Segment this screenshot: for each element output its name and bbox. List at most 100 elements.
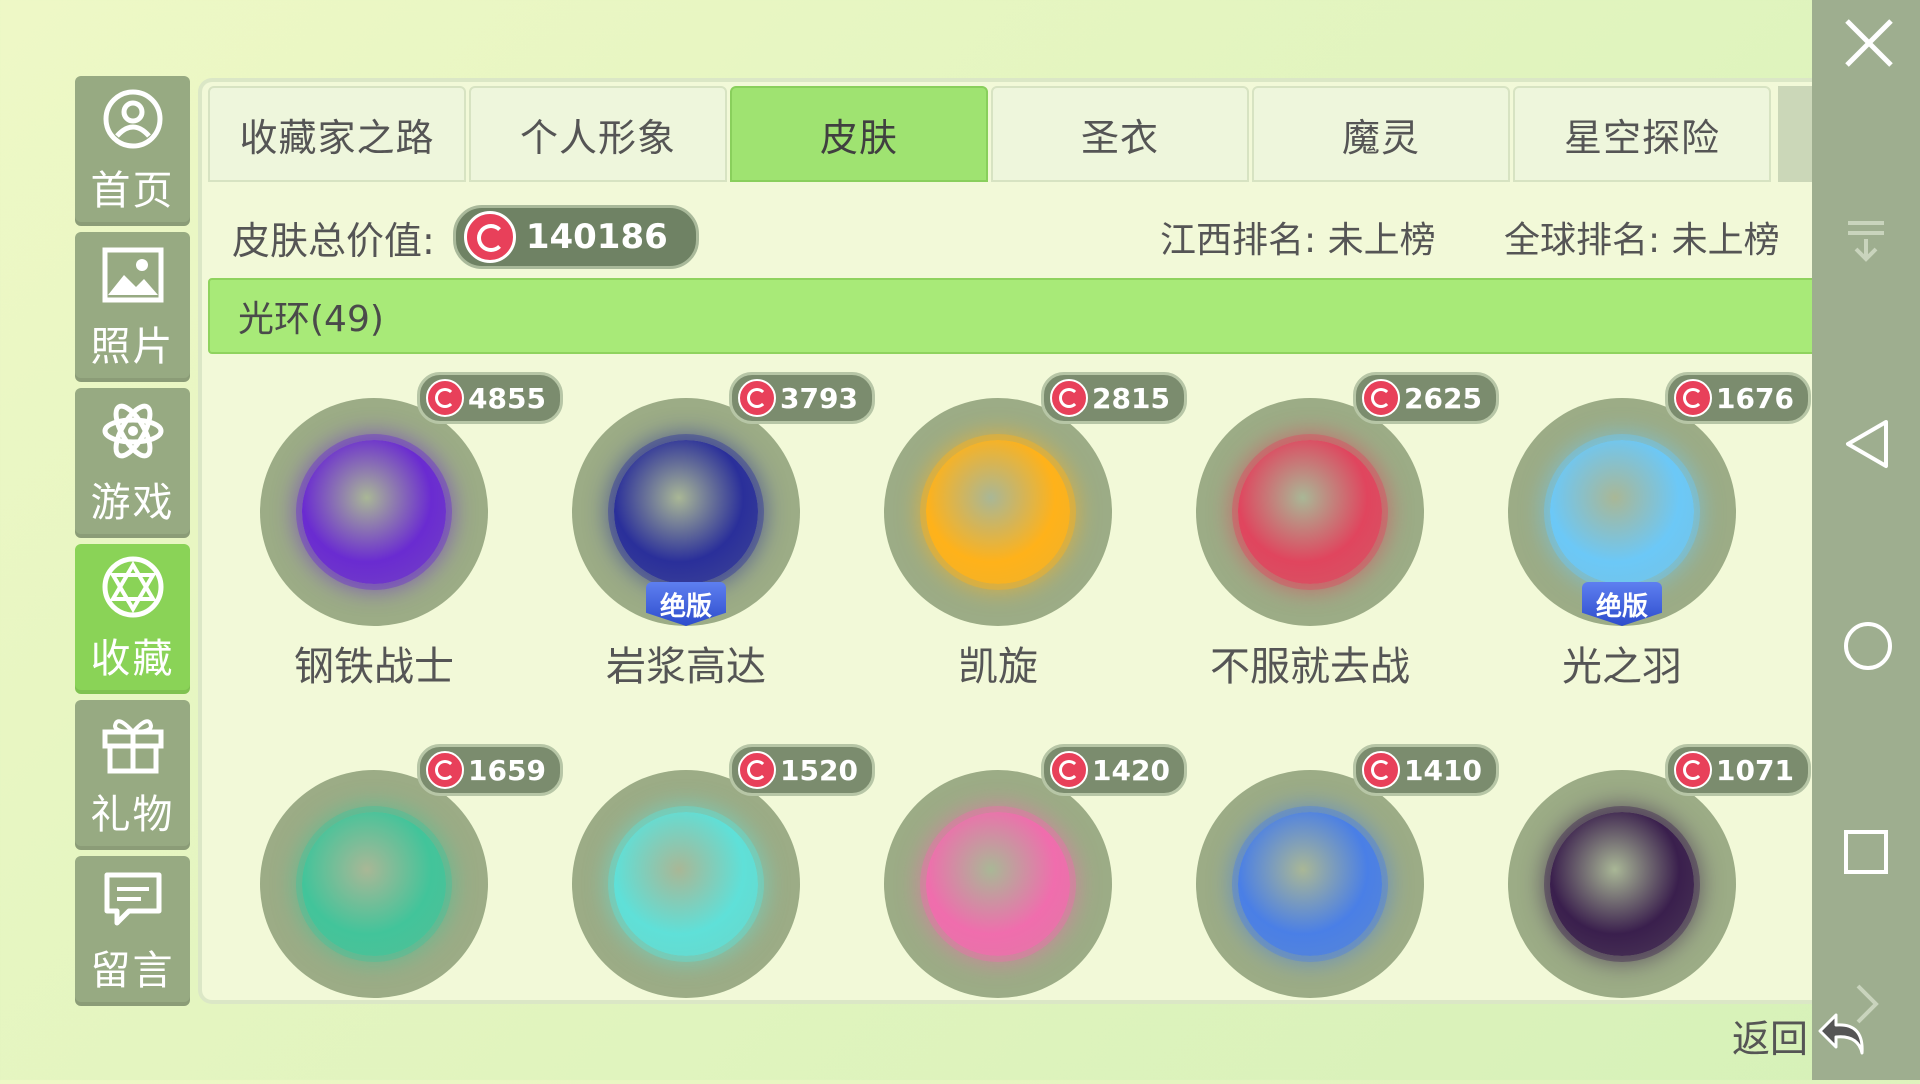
total-value-pill: 140186 [452, 205, 699, 269]
category-header[interactable]: 光环(49) [208, 278, 1832, 354]
item-name: 凯旋 [958, 644, 1038, 690]
item-orb-background [884, 398, 1112, 626]
sidebar-item-label: 礼物 [90, 792, 175, 838]
collection-item[interactable]: 1676 绝版 光之羽 [1480, 372, 1811, 712]
tab-holy-cloth[interactable]: 圣衣 [991, 86, 1249, 182]
nav-down-button[interactable] [1842, 215, 1890, 263]
collection-item[interactable]: 2815 凯旋 [856, 372, 1187, 712]
collection-item[interactable]: 1420 [856, 744, 1187, 1084]
collection-item[interactable]: 1410 [1168, 744, 1499, 1084]
price-tag: 1520 [729, 744, 875, 796]
price-value: 1420 [1092, 753, 1170, 787]
close-icon [1845, 19, 1893, 67]
price-tag: 1071 [1665, 744, 1811, 796]
candy-coin-icon [1362, 379, 1400, 417]
collection-icon [100, 554, 166, 620]
tab-spirits[interactable]: 魔灵 [1252, 86, 1510, 182]
item-orb-background [884, 770, 1112, 998]
total-value-label: 皮肤总价值: [232, 218, 435, 263]
collection-panel: 收藏家之路 个人形象 皮肤 圣衣 魔灵 星空探险 皮肤总价值: 140186 江… [202, 82, 1838, 1000]
nav-back-button[interactable] [1842, 418, 1890, 468]
triangle-back-icon [1846, 420, 1888, 468]
halo-orb-icon [926, 440, 1070, 584]
candy-coin-icon [1050, 379, 1088, 417]
tab-skins[interactable]: 皮肤 [730, 86, 988, 182]
candy-coin-icon [1362, 751, 1400, 789]
price-tag: 1420 [1041, 744, 1187, 796]
sidebar-item-collection[interactable]: 收藏 [75, 544, 190, 694]
collection-item[interactable]: 1520 [544, 744, 875, 1084]
collection-item[interactable]: 3793 绝版 岩浆高达 [544, 372, 875, 712]
price-value: 1676 [1716, 381, 1794, 415]
sidebar-item-label: 首页 [90, 168, 175, 214]
price-value: 1071 [1716, 753, 1794, 787]
halo-orb-icon [1550, 440, 1694, 584]
tab-personal-image[interactable]: 个人形象 [469, 86, 727, 182]
system-nav-bar [1812, 0, 1920, 1080]
collection-item[interactable]: 4855 钢铁战士 [232, 372, 563, 712]
price-value: 3793 [780, 381, 858, 415]
halo-orb-icon [926, 812, 1070, 956]
price-value: 2815 [1092, 381, 1170, 415]
sidebar-item-messages[interactable]: 留言 [75, 856, 190, 1006]
candy-coin-icon [1050, 751, 1088, 789]
collection-item[interactable]: 2625 不服就去战 [1168, 372, 1499, 712]
halo-orb-icon [302, 812, 446, 956]
halo-orb-icon [614, 812, 758, 956]
halo-orb-icon [302, 440, 446, 584]
sidebar-item-label: 照片 [90, 324, 175, 370]
item-orb-background [1196, 398, 1424, 626]
item-orb-background [1508, 770, 1736, 998]
tab-star-exploration[interactable]: 星空探险 [1513, 86, 1771, 182]
close-button[interactable] [1841, 15, 1897, 71]
user-icon [100, 86, 166, 152]
message-icon [100, 866, 166, 932]
collection-item[interactable]: 1659 [232, 744, 563, 1084]
candy-coin-icon [1674, 751, 1712, 789]
item-name: 钢铁战士 [294, 644, 454, 690]
price-tag: 4855 [417, 372, 563, 424]
category-label: 光环(49) [238, 299, 384, 340]
candy-coin-icon [463, 211, 516, 263]
circle-home-icon [1844, 622, 1892, 670]
sidebar-item-games[interactable]: 游戏 [75, 388, 190, 538]
tab-bar: 收藏家之路 个人形象 皮肤 圣衣 魔灵 星空探险 [208, 86, 1774, 182]
price-tag: 1410 [1353, 744, 1499, 796]
nav-home-button[interactable] [1842, 620, 1892, 670]
item-orb-background [260, 398, 488, 626]
halo-orb-icon [614, 440, 758, 584]
global-rank: 全球排名: 未上榜 [1504, 220, 1780, 261]
gift-icon [100, 710, 166, 776]
photo-icon [100, 242, 166, 308]
atom-icon [100, 398, 166, 464]
price-tag: 3793 [729, 372, 875, 424]
candy-coin-icon [738, 379, 776, 417]
tab-collector-road[interactable]: 收藏家之路 [208, 86, 466, 182]
total-value-amount: 140186 [525, 217, 668, 257]
back-label: 返回 [1732, 1016, 1809, 1061]
item-orb-background [1196, 770, 1424, 998]
sidebar-item-label: 留言 [90, 948, 175, 994]
square-recents-icon [1844, 830, 1888, 874]
item-name: 岩浆高达 [606, 644, 766, 690]
candy-coin-icon [426, 379, 464, 417]
sidebar-item-photos[interactable]: 照片 [75, 232, 190, 382]
price-tag: 2815 [1041, 372, 1187, 424]
price-value: 1410 [1404, 753, 1482, 787]
candy-coin-icon [1674, 379, 1712, 417]
price-value: 1520 [780, 753, 858, 787]
region-rank: 江西排名: 未上榜 [1160, 220, 1436, 261]
price-tag: 1659 [417, 744, 563, 796]
back-button[interactable]: 返回 [1732, 1005, 1872, 1065]
sidebar-item-gifts[interactable]: 礼物 [75, 700, 190, 850]
halo-orb-icon [1238, 440, 1382, 584]
price-tag: 1676 [1665, 372, 1811, 424]
arrow-down-icon [1848, 221, 1884, 262]
nav-recents-button[interactable] [1842, 828, 1890, 876]
sidebar-item-home[interactable]: 首页 [75, 76, 190, 226]
price-value: 4855 [468, 381, 546, 415]
halo-orb-icon [1550, 812, 1694, 956]
return-arrow-icon [1818, 1013, 1864, 1055]
candy-coin-icon [426, 751, 464, 789]
item-orb-background [260, 770, 488, 998]
